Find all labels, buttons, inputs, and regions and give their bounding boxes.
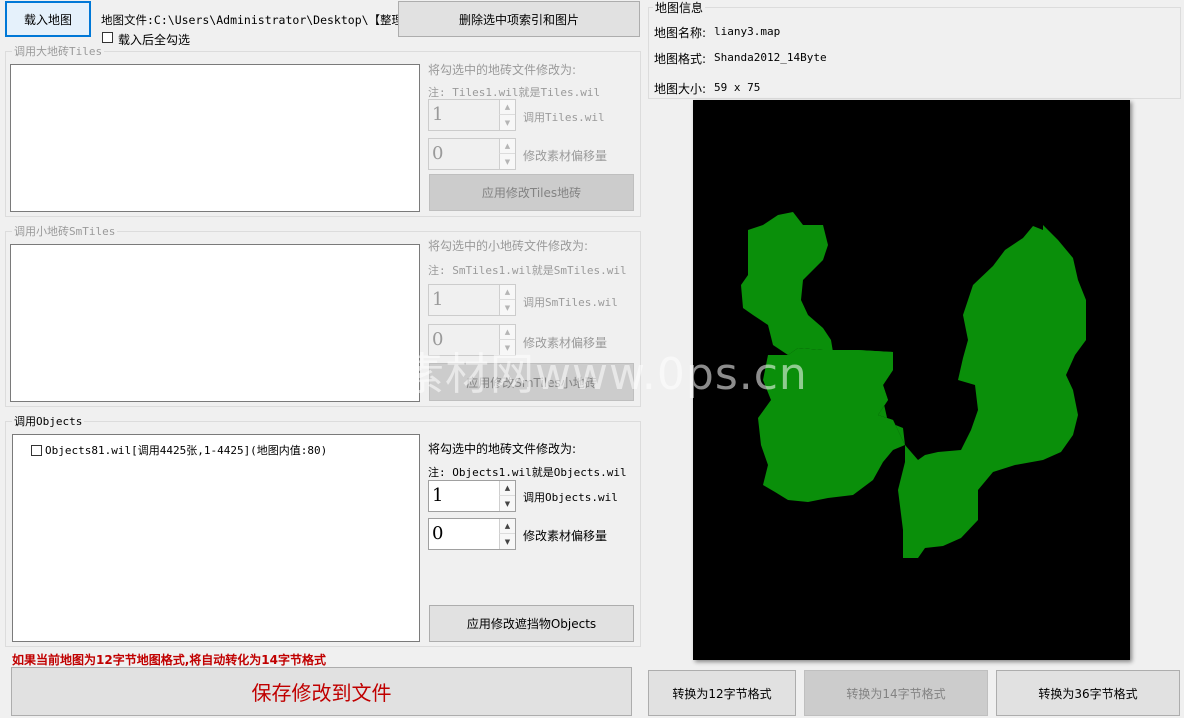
objects-offset-label: 修改素材偏移量 xyxy=(523,529,608,543)
smtiles-note: 注: SmTiles1.wil就是SmTiles.wil xyxy=(428,264,627,277)
objects-number-stepper[interactable]: 1 ▲ ▼ xyxy=(428,480,516,512)
map-size-value: 59 x 75 xyxy=(714,81,761,94)
objects-modify-label: 将勾选中的地砖文件修改为: xyxy=(428,442,577,456)
watermark: 素材网www.0ps.cn xyxy=(400,349,808,400)
tiles-offset-value: 0 xyxy=(432,143,444,164)
objects-listbox[interactable]: Objects81.wil[调用4425张,1-4425](地图内值:80) xyxy=(12,434,420,642)
objects-offset-stepper[interactable]: 0 ▲ ▼ xyxy=(428,518,516,550)
objects-offset-value: 0 xyxy=(432,523,444,544)
tiles-number-stepper[interactable]: 1 ▲ ▼ xyxy=(428,99,516,131)
smtiles-listbox[interactable] xyxy=(10,244,420,402)
smtiles-call-label: 调用SmTiles.wil xyxy=(523,296,618,309)
objects-note: 注: Objects1.wil就是Objects.wil xyxy=(428,466,627,479)
load-map-label: 载入地图 xyxy=(23,12,72,27)
smtiles-number-stepper[interactable]: 1 ▲ ▼ xyxy=(428,284,516,316)
smtiles-number-value: 1 xyxy=(432,289,444,310)
map-format-value: Shanda2012_14Byte xyxy=(714,51,827,64)
stepper-down-icon[interactable]: ▼ xyxy=(499,115,515,130)
map-format-label: 地图格式: xyxy=(654,52,707,66)
tiles-modify-label: 将勾选中的地砖文件修改为: xyxy=(428,63,577,77)
apply-objects-button[interactable]: 应用修改遮挡物Objects xyxy=(429,605,634,642)
save-label: 保存修改到文件 xyxy=(251,681,392,705)
load-select-all-checkbox[interactable] xyxy=(102,32,113,43)
convert-12byte-button[interactable]: 转换为12字节格式 xyxy=(648,670,796,716)
tiles-call-label: 调用Tiles.wil xyxy=(523,111,605,124)
smtiles-modify-label: 将勾选中的小地砖文件修改为: xyxy=(428,239,589,253)
load-map-button[interactable]: 载入地图 xyxy=(5,1,91,37)
map-name-label: 地图名称: xyxy=(654,26,707,40)
map-info-title: 地图信息 xyxy=(653,0,706,16)
stepper-down-icon[interactable]: ▼ xyxy=(499,496,515,511)
convert-14byte-button[interactable]: 转换为14字节格式 xyxy=(804,670,988,716)
tiles-note: 注: Tiles1.wil就是Tiles.wil xyxy=(428,86,601,99)
apply-tiles-label: 应用修改Tiles地砖 xyxy=(481,186,582,200)
objects-item-checkbox[interactable] xyxy=(31,444,42,456)
convert-36byte-button[interactable]: 转换为36字节格式 xyxy=(996,670,1180,716)
map-size-label: 地图大小: xyxy=(654,82,707,96)
map-name-value: liany3.map xyxy=(714,25,781,38)
delete-selected-label: 删除选中项索引和图片 xyxy=(458,12,579,27)
stepper-up-icon[interactable]: ▲ xyxy=(499,139,515,154)
tiles-group-title: 调用大地砖Tiles xyxy=(12,43,105,59)
objects-group-title: 调用Objects xyxy=(12,413,85,429)
stepper-down-icon[interactable]: ▼ xyxy=(499,534,515,549)
tiles-number-value: 1 xyxy=(432,104,444,125)
convert-14byte-label: 转换为14字节格式 xyxy=(846,686,946,701)
stepper-down-icon[interactable]: ▼ xyxy=(499,300,515,315)
stepper-up-icon[interactable]: ▲ xyxy=(499,481,515,496)
list-item[interactable]: Objects81.wil[调用4425张,1-4425](地图内值:80) xyxy=(31,442,327,458)
format-warning: 如果当前地图为12字节地图格式,将自动转化为14字节格式 xyxy=(12,653,326,667)
objects-number-value: 1 xyxy=(432,485,444,506)
stepper-down-icon[interactable]: ▼ xyxy=(499,154,515,169)
save-button[interactable]: 保存修改到文件 xyxy=(11,667,632,716)
stepper-up-icon[interactable]: ▲ xyxy=(499,285,515,300)
smtiles-group-title: 调用小地砖SmTiles xyxy=(12,223,118,239)
apply-tiles-button[interactable]: 应用修改Tiles地砖 xyxy=(429,174,634,211)
tiles-offset-stepper[interactable]: 0 ▲ ▼ xyxy=(428,138,516,170)
apply-objects-label: 应用修改遮挡物Objects xyxy=(466,617,597,631)
stepper-up-icon[interactable]: ▲ xyxy=(499,100,515,115)
objects-item-label: Objects81.wil[调用4425张,1-4425](地图内值:80) xyxy=(45,444,328,457)
convert-36byte-label: 转换为36字节格式 xyxy=(1038,686,1138,701)
tiles-offset-label: 修改素材偏移量 xyxy=(523,149,608,163)
load-select-all-label: 载入后全勾选 xyxy=(118,33,191,47)
convert-12byte-label: 转换为12字节格式 xyxy=(672,686,772,701)
objects-call-label: 调用Objects.wil xyxy=(523,491,618,504)
stepper-up-icon[interactable]: ▲ xyxy=(499,519,515,534)
delete-selected-button[interactable]: 删除选中项索引和图片 xyxy=(398,1,640,37)
tiles-listbox[interactable] xyxy=(10,64,420,212)
map-file-path: 地图文件:C:\Users\Administrator\Desktop\【整理5… xyxy=(101,13,422,27)
